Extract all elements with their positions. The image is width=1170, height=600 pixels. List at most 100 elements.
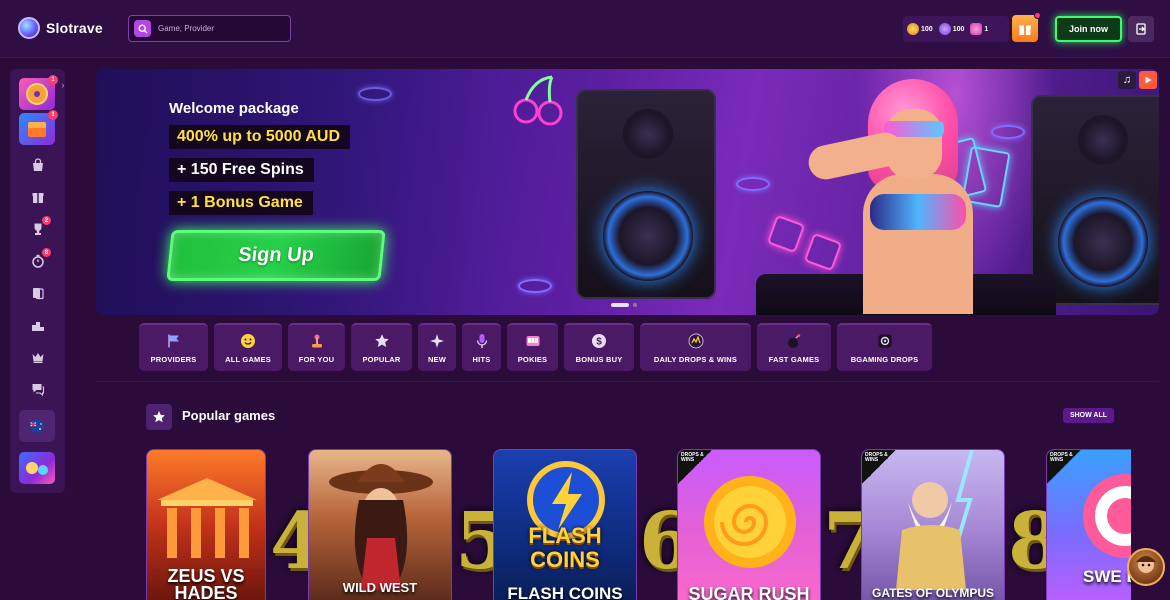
music-toggle-button[interactable]: ♫ (1118, 71, 1136, 89)
sidebar-item-tournaments[interactable]: 2 (29, 216, 51, 238)
bb-coin-icon (970, 23, 983, 35)
carousel-pagination (611, 303, 637, 307)
slot-icon (524, 332, 542, 350)
sidebar-collapse-toggle[interactable]: › (56, 78, 70, 92)
category-popular[interactable]: POPULAR (351, 323, 412, 371)
category-daily-drops[interactable]: DAILY DROPS & WINS (640, 323, 751, 371)
category-fast-games[interactable]: FAST GAMES (757, 323, 831, 371)
category-new[interactable]: NEW (418, 323, 456, 371)
game-title: SUGAR RUSH (688, 584, 810, 600)
category-label: DAILY DROPS & WINS (653, 355, 738, 364)
sidebar-item-cards[interactable] (29, 284, 47, 302)
game-title: WILD WEST (342, 580, 418, 595)
category-providers[interactable]: PROVIDERS (139, 323, 208, 371)
game-card-zeus-vs-hades[interactable]: ZEUS VS HADES (146, 449, 266, 600)
wallet-bb: 1 (970, 23, 988, 35)
support-chat-button[interactable] (1127, 548, 1165, 586)
carousel-dot-active[interactable] (611, 303, 629, 307)
bomb-icon (785, 332, 803, 350)
cards-icon (33, 288, 44, 300)
login-button[interactable] (1128, 16, 1154, 42)
category-pokies[interactable]: POKIES (507, 323, 558, 371)
sidebar-item-vip[interactable] (29, 348, 47, 366)
category-label: PROVIDERS (150, 355, 197, 364)
carousel-dot[interactable] (633, 303, 637, 307)
popular-games-title: Popular games (182, 408, 276, 423)
game-card-sweet-bonanza[interactable]: DROPS & WINS SWE BONAN (1046, 449, 1131, 600)
welcome-title: Welcome package (169, 100, 299, 117)
category-label: BONUS BUY (575, 355, 623, 364)
woofer (1058, 197, 1148, 287)
neon-chip (736, 177, 770, 191)
right-speaker (1031, 95, 1159, 305)
star-icon (373, 332, 391, 350)
smiley-icon (239, 332, 257, 350)
sidebar-item-leaderboard[interactable] (29, 316, 47, 334)
sidebar-promo-wheel[interactable]: 1 (19, 75, 58, 110)
wallet-purple: 100 (938, 23, 965, 35)
popular-games-row: ZEUS VS HADES 4 WILD WEST 5 FLASH COINS … (146, 440, 1131, 600)
category-for-you[interactable]: FOR YOU (288, 323, 345, 371)
category-all-games[interactable]: ALL GAMES (214, 323, 282, 371)
australia-flag-icon (30, 419, 44, 433)
promo-line-spins: + 150 Free Spins (169, 158, 314, 182)
flag-icon (165, 332, 183, 350)
temple-icon (157, 478, 257, 558)
brand-logo[interactable]: Slotrave (18, 17, 103, 39)
sidebar-item-shop[interactable] (29, 156, 47, 174)
purple-coin-icon (938, 23, 951, 35)
sun-candy-icon (704, 476, 796, 568)
shop-icon (33, 158, 43, 171)
zeus-illustration (896, 450, 974, 590)
category-label: POPULAR (362, 355, 401, 364)
sidebar-promo-shop[interactable]: 1 (19, 110, 58, 145)
sign-up-button[interactable]: Sign Up (166, 230, 386, 281)
star-icon (153, 411, 165, 423)
neon-cherry-icon (513, 75, 563, 126)
chevron-right-icon: › (61, 80, 65, 90)
category-label: ALL GAMES (225, 355, 271, 364)
sidebar-promo-game[interactable] (19, 452, 55, 484)
wallet-purple-value: 100 (952, 25, 965, 33)
sidebar-item-support[interactable] (29, 380, 47, 398)
sidebar-item-gifts[interactable] (29, 188, 47, 206)
gift-notification-dot (1034, 12, 1041, 19)
category-bgaming-drops[interactable]: BGAMING DROPS (837, 323, 932, 371)
game-title: FLASH COINS (507, 584, 623, 600)
wallet-gold-value: 100 (921, 25, 933, 33)
gift-box-icon (32, 193, 44, 203)
game-card-sugar-rush[interactable]: DROPS & WINS SUGAR RUSH (677, 449, 821, 600)
category-bonus-buy[interactable]: $ BONUS BUY (564, 323, 634, 371)
tournaments-badge: 2 (42, 216, 51, 225)
game-card-flash-coins[interactable]: FLASH COINS FLASH COINS (493, 449, 637, 600)
search-icon (134, 20, 151, 37)
show-all-button[interactable]: SHOW ALL (1063, 408, 1114, 423)
sidebar-item-timer[interactable]: 8 (29, 248, 51, 270)
top-header: Slotrave 100 100 1 Join now (0, 0, 1170, 58)
category-label: BGAMING DROPS (850, 355, 919, 364)
mic-icon (473, 332, 491, 350)
joystick-icon (308, 332, 326, 350)
game-title: ZEUS VS HADES (167, 566, 245, 600)
join-now-button[interactable]: Join now (1055, 16, 1122, 42)
wallet-bb-value: 1 (984, 25, 989, 33)
crown-icon (32, 353, 44, 363)
neon-dice (766, 214, 806, 254)
dj-outfit (870, 194, 966, 230)
search-box[interactable] (128, 15, 291, 42)
gift-button[interactable] (1012, 12, 1041, 42)
drops-icon (687, 332, 705, 350)
game-card-gates-of-olympus[interactable]: DROPS & WINS GATES OF OLYMPUS (861, 449, 1005, 600)
drops-badge-text: DROPS & WINS (1050, 452, 1073, 463)
sparkle-icon (428, 332, 446, 350)
search-input[interactable] (158, 24, 278, 33)
video-play-button[interactable] (1139, 71, 1157, 89)
logo-icon (18, 17, 40, 39)
hero-banner[interactable]: Welcome package 400% up to 5000 AUD + 15… (96, 69, 1159, 315)
category-hits[interactable]: HITS (462, 323, 501, 371)
left-sidebar: 1 1 2 8 (10, 69, 65, 493)
wallet-balances[interactable]: 100 100 1 (903, 16, 1009, 42)
game-card-wild-west[interactable]: WILD WEST (308, 449, 452, 600)
game-logo-text: FLASH COINS (528, 523, 602, 572)
language-selector[interactable] (19, 410, 55, 442)
